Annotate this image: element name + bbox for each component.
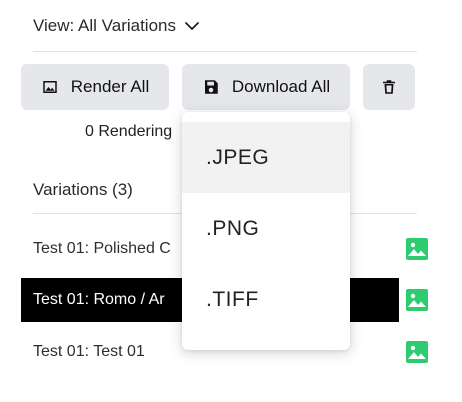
variation-label: Test 01: Test 01 — [33, 343, 145, 360]
save-icon — [204, 80, 218, 94]
download-all-label: Download All — [231, 77, 331, 96]
render-all-button[interactable]: Render All — [21, 64, 169, 110]
render-status: 0 Rendering — [85, 123, 173, 140]
top-divider — [33, 51, 417, 52]
variation-label: Test 01: Polished C — [33, 240, 171, 257]
image-icon[interactable] — [405, 340, 429, 364]
view-selector-label: View: All Variations — [33, 16, 176, 35]
menu-item-label: .JPEG — [206, 145, 270, 169]
variations-title: Variations (3) — [33, 180, 133, 199]
menu-item-label: .PNG — [206, 216, 260, 240]
menu-item-tiff[interactable]: .TIFF — [182, 264, 350, 335]
chevron-down-icon — [185, 22, 199, 30]
trash-icon — [383, 80, 395, 94]
image-icon[interactable] — [405, 288, 429, 312]
menu-item-label: .TIFF — [206, 287, 259, 311]
variation-label: Test 01: Romo / Ar — [33, 291, 165, 308]
render-all-label: Render All — [70, 77, 150, 96]
delete-button[interactable] — [363, 64, 415, 110]
menu-item-png[interactable]: .PNG — [182, 193, 350, 264]
image-icon[interactable] — [405, 237, 429, 261]
view-selector[interactable]: View: All Variations — [33, 16, 200, 36]
image-icon — [43, 81, 57, 93]
download-format-menu: .JPEG .PNG .TIFF — [182, 112, 350, 350]
download-all-button[interactable]: Download All — [182, 64, 350, 110]
menu-item-jpeg[interactable]: .JPEG — [182, 122, 350, 193]
